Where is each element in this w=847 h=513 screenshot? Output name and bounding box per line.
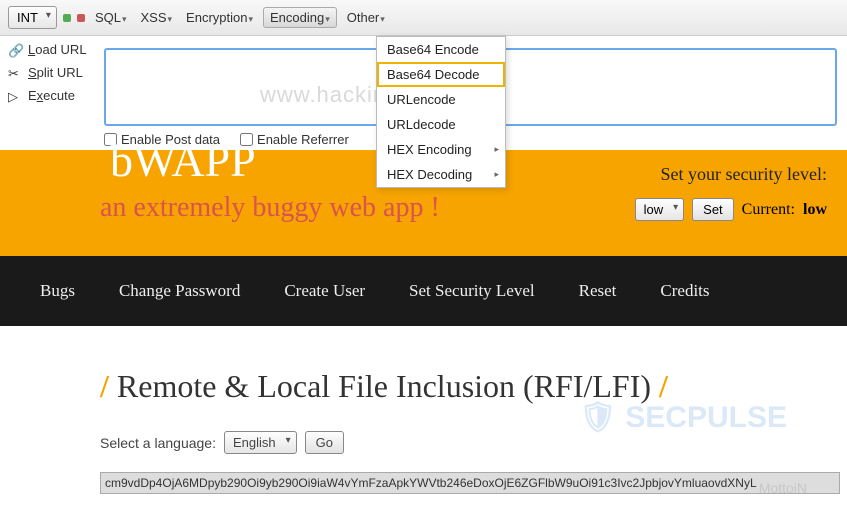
menu-urldecode[interactable]: URLdecode (377, 112, 505, 137)
chevron-down-icon: ▾ (325, 14, 330, 24)
slash-decor: / (100, 368, 109, 404)
toolbar-sql[interactable]: SQL▾ (91, 8, 131, 27)
language-select[interactable]: English (224, 431, 297, 454)
language-label: Select a language: (100, 435, 216, 451)
encoded-output[interactable]: cm9vdDp4OjA6MDpyb290Oi9yb290Oi9iaW4vYmFz… (100, 472, 840, 494)
menu-urlencode[interactable]: URLencode (377, 87, 505, 112)
menu-base64-encode[interactable]: Base64 Encode (377, 37, 505, 62)
page-title-text: Remote & Local File Inclusion (RFI/LFI) (117, 368, 651, 404)
load-url-label: Load URL (28, 42, 87, 57)
encoding-dropdown: Base64 Encode Base64 Decode URLencode UR… (376, 36, 506, 188)
side-actions: 🔗 Load URL ✂ Split URL ▷ Execute (8, 42, 87, 103)
submenu-arrow-icon: ▸ (494, 169, 499, 180)
status-dot-green (63, 14, 71, 22)
set-button[interactable]: Set (692, 198, 734, 221)
toolbar-other[interactable]: Other▾ (343, 8, 389, 27)
execute-label: Execute (28, 88, 75, 103)
int-select[interactable]: INT (8, 6, 57, 29)
hackbar-toolbar: INT SQL▾ XSS▾ Encryption▾ Encoding▾ Othe… (0, 0, 847, 36)
menu-hex-decoding[interactable]: HEX Decoding▸ (377, 162, 505, 187)
split-url-action[interactable]: ✂ Split URL (8, 65, 87, 80)
chevron-down-icon: ▾ (380, 14, 385, 24)
slash-decor: / (659, 368, 668, 404)
security-level-select[interactable]: low (635, 198, 685, 221)
scissors-icon: ✂ (8, 66, 22, 80)
enable-referrer-checkbox[interactable]: Enable Referrer (240, 132, 349, 147)
status-dot-red (77, 14, 85, 22)
menu-hex-encoding[interactable]: HEX Encoding▸ (377, 137, 505, 162)
link-icon: 🔗 (8, 43, 22, 57)
current-value: low (803, 201, 827, 219)
submenu-arrow-icon: ▸ (494, 144, 499, 155)
current-label: Current: (742, 201, 795, 219)
play-icon: ▷ (8, 89, 22, 103)
nav-change-password[interactable]: Change Password (119, 281, 240, 301)
chevron-down-icon: ▾ (122, 14, 127, 24)
nav-reset[interactable]: Reset (579, 281, 617, 301)
nav-bugs[interactable]: Bugs (40, 281, 75, 301)
language-row: Select a language: English Go (100, 431, 797, 454)
load-url-action[interactable]: 🔗 Load URL (8, 42, 87, 57)
toolbar-encryption[interactable]: Encryption▾ (182, 8, 257, 27)
toolbar-encoding[interactable]: Encoding▾ (263, 7, 337, 28)
nav-create-user[interactable]: Create User (284, 281, 365, 301)
execute-action[interactable]: ▷ Execute (8, 88, 87, 103)
nav-set-security-level[interactable]: Set Security Level (409, 281, 535, 301)
chevron-down-icon: ▾ (248, 14, 253, 24)
security-level-row: low Set Current: low (635, 198, 827, 221)
go-button[interactable]: Go (305, 431, 344, 454)
app-title: bWAPP (110, 138, 256, 184)
toolbar-xss[interactable]: XSS▾ (137, 8, 177, 27)
page-title: / Remote & Local File Inclusion (RFI/LFI… (100, 368, 797, 405)
int-select-label: INT (17, 10, 38, 25)
security-level-label: Set your security level: (661, 164, 827, 185)
menu-base64-decode[interactable]: Base64 Decode (377, 62, 505, 87)
nav-credits[interactable]: Credits (660, 281, 709, 301)
chevron-down-icon: ▾ (168, 14, 173, 24)
main-nav: Bugs Change Password Create User Set Sec… (0, 256, 847, 326)
main-content: / Remote & Local File Inclusion (RFI/LFI… (0, 326, 847, 513)
split-url-label: Split URL (28, 65, 83, 80)
